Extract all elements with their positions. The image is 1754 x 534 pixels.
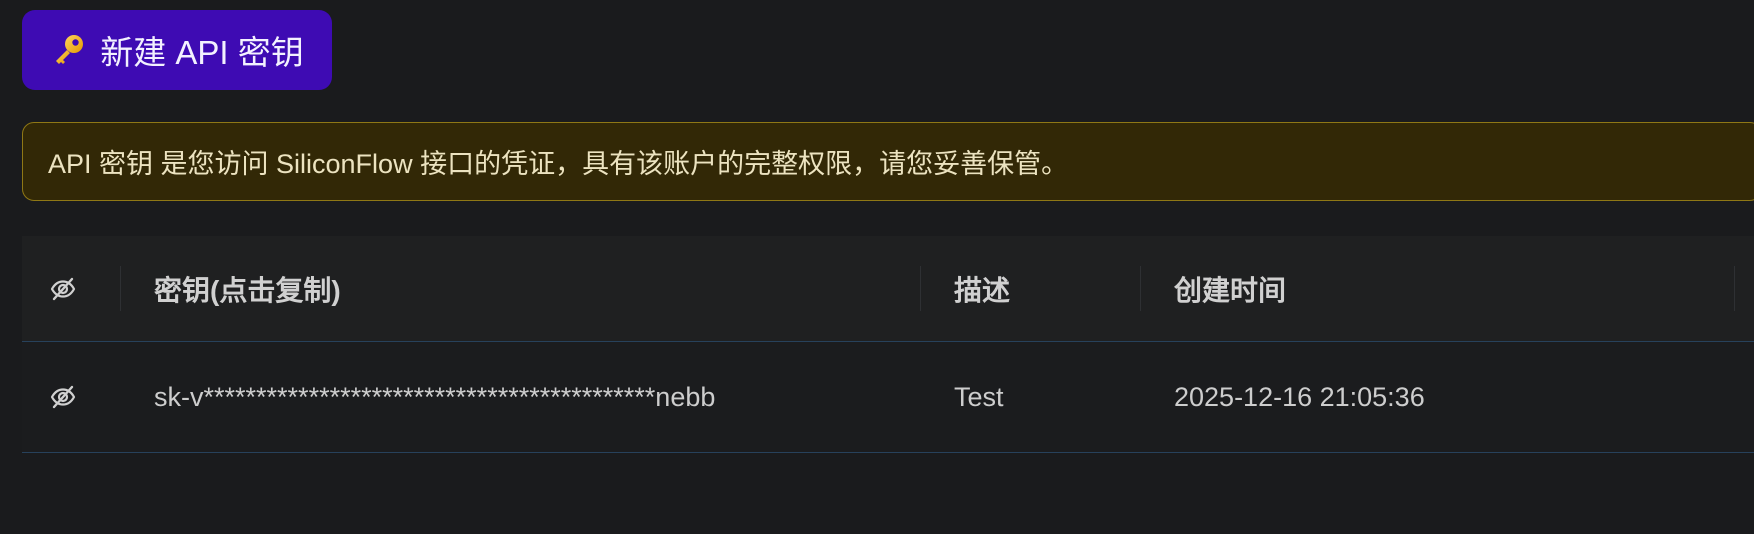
toggle-key-visibility-cell <box>48 342 120 452</box>
eye-slash-icon[interactable] <box>48 274 78 304</box>
column-divider <box>1140 266 1141 311</box>
table-header-row: 密钥(点击复制) 描述 创建时间 <box>22 236 1754 342</box>
api-keys-page: 新建 API 密钥 API 密钥 是您访问 SiliconFlow 接口的凭证，… <box>0 0 1754 534</box>
column-header-created-time[interactable]: 创建时间 <box>1174 236 1734 341</box>
eye-slash-icon[interactable] <box>48 382 78 412</box>
key-icon <box>50 31 88 69</box>
table-row: sk-v************************************… <box>22 342 1754 453</box>
column-header-key[interactable]: 密钥(点击复制) <box>154 236 934 341</box>
new-api-key-button[interactable]: 新建 API 密钥 <box>22 10 332 90</box>
toggle-visibility-all-cell <box>48 236 120 341</box>
notice-text: API 密钥 是您访问 SiliconFlow 接口的凭证，具有该账户的完整权限… <box>48 149 1069 179</box>
new-api-key-label: 新建 API 密钥 <box>100 34 304 71</box>
column-header-description[interactable]: 描述 <box>954 236 1174 341</box>
api-key-value[interactable]: sk-v************************************… <box>154 342 934 452</box>
column-divider <box>1734 266 1735 311</box>
api-key-table: 密钥(点击复制) 描述 创建时间 sk-v*******************… <box>22 236 1754 453</box>
api-key-notice: API 密钥 是您访问 SiliconFlow 接口的凭证，具有该账户的完整权限… <box>22 122 1754 201</box>
column-divider <box>120 266 121 311</box>
column-divider <box>920 266 921 311</box>
api-key-created-time: 2025-12-16 21:05:36 <box>1174 381 1425 412</box>
api-key-description: Test <box>954 381 1004 412</box>
